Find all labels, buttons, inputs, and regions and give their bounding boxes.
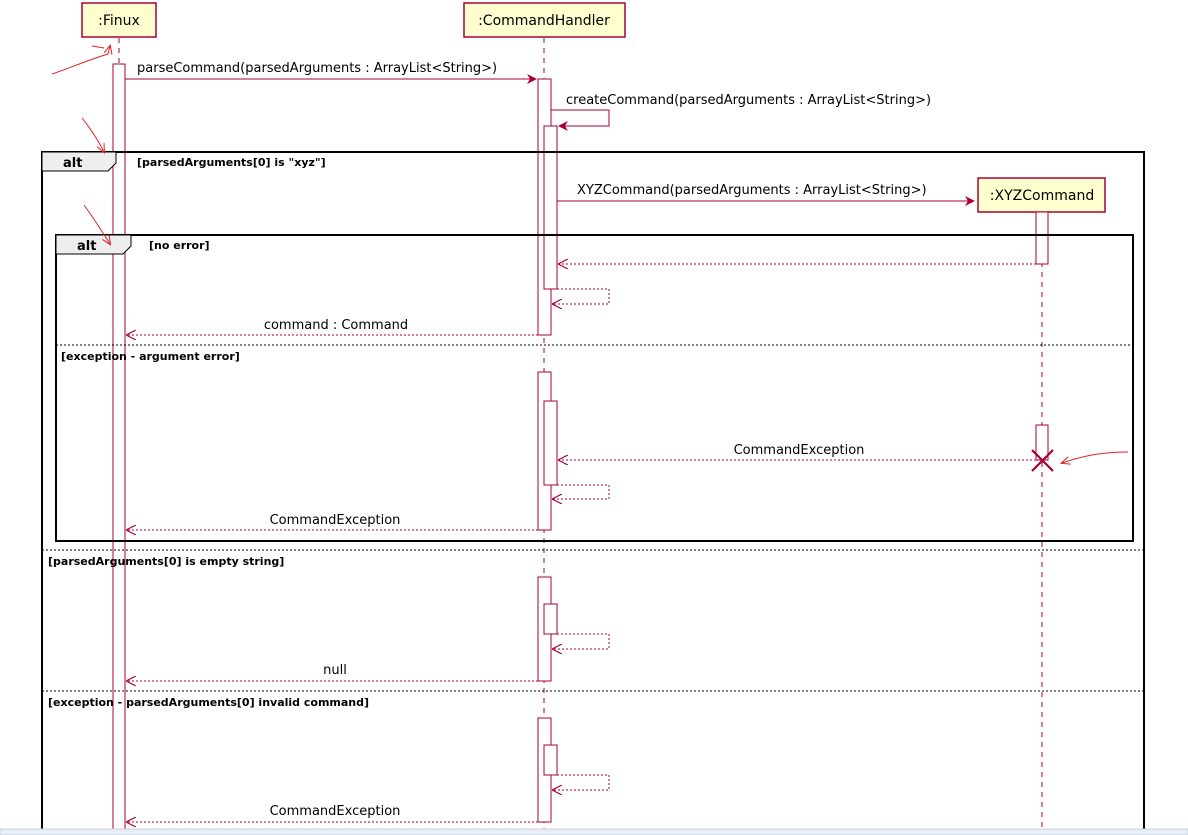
participant-xyz-command: :XYZCommand bbox=[977, 177, 1106, 213]
message-empty-self-return-arrow bbox=[553, 633, 610, 649]
command-handler-activation-invalid-nested bbox=[543, 744, 558, 776]
inner-alt-frame bbox=[55, 234, 1134, 542]
message-command-exception-from-xyz-label: CommandException bbox=[734, 443, 865, 458]
participant-finux-label: :Finux bbox=[98, 13, 140, 29]
message-create-command-return-arrow bbox=[553, 288, 610, 304]
message-exception-self-return-arrow bbox=[553, 484, 610, 499]
message-command-exception-return-2-label: CommandException bbox=[270, 804, 401, 819]
message-command-exception-return-1-label: CommandException bbox=[270, 513, 401, 528]
sequence-diagram: :Finux :CommandHandler :XYZCommand alt [… bbox=[0, 2, 1188, 835]
participant-command-handler: :CommandHandler bbox=[463, 2, 626, 38]
outer-alt-guard-1: [parsedArguments[0] is "xyz"] bbox=[137, 156, 326, 169]
participant-command-handler-label: :CommandHandler bbox=[478, 13, 610, 29]
message-return-null-label: null bbox=[323, 663, 347, 678]
command-handler-activation-empty-nested bbox=[543, 603, 558, 635]
annotation-scribble-arrow-2 bbox=[81, 117, 104, 152]
annotation-scribble-mark-5 bbox=[91, 45, 105, 49]
message-parse-command-label: parseCommand(parsedArguments : ArrayList… bbox=[137, 61, 497, 76]
outer-alt-guard-2: [parsedArguments[0] is empty string] bbox=[48, 555, 284, 568]
message-create-command-arrow bbox=[551, 109, 610, 131]
inner-alt-operator: alt bbox=[77, 239, 96, 254]
command-handler-activation-exception-nested bbox=[543, 400, 558, 486]
outer-alt-guard-3: [exception - parsedArguments[0] invalid … bbox=[48, 696, 369, 709]
outer-alt-operator: alt bbox=[63, 156, 82, 171]
finux-activation bbox=[112, 63, 126, 835]
participant-finux: :Finux bbox=[81, 2, 157, 38]
message-create-command-label: createCommand(parsedArguments : ArrayLis… bbox=[566, 93, 931, 108]
message-invalid-self-return-arrow bbox=[553, 774, 610, 790]
command-handler-activation-nested bbox=[543, 125, 558, 290]
bottom-status-bar bbox=[0, 828, 1188, 835]
inner-alt-guard-2: [exception - argument error] bbox=[61, 350, 240, 363]
message-return-command-label: command : Command bbox=[264, 318, 408, 333]
xyz-command-activation-1 bbox=[1035, 211, 1049, 265]
outer-alt-frame bbox=[41, 151, 1145, 835]
participant-xyz-command-label: :XYZCommand bbox=[990, 188, 1094, 204]
annotation-scribble-arrow-4 bbox=[1062, 451, 1129, 463]
message-xyz-constructor-label: XYZCommand(parsedArguments : ArrayList<S… bbox=[577, 183, 927, 198]
inner-alt-guard-1: [no error] bbox=[149, 239, 210, 252]
annotation-scribble-arrow-1 bbox=[51, 46, 110, 75]
